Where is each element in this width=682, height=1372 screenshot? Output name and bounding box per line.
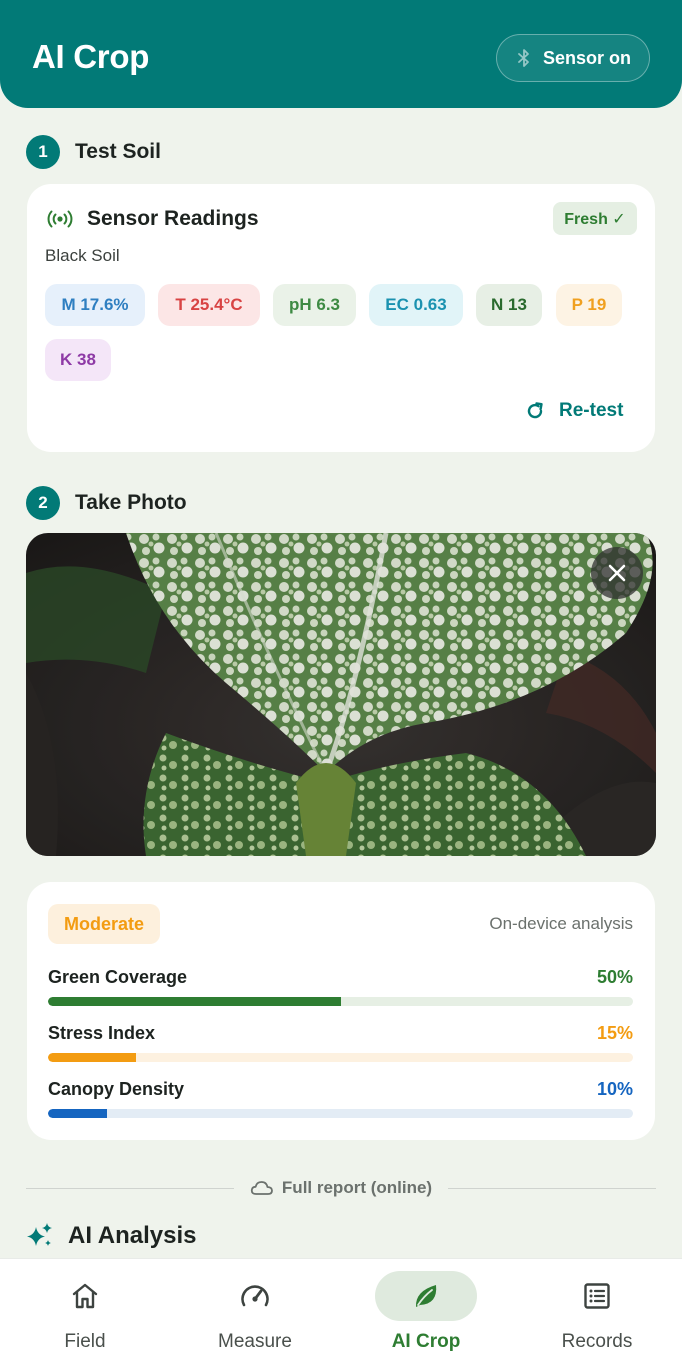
nav-label: AI Crop bbox=[391, 1331, 461, 1352]
soil-type-label: Black Soil bbox=[45, 246, 120, 265]
reading-chip-nitrogen: N 13 bbox=[476, 284, 542, 326]
analysis-source-label: On-device analysis bbox=[489, 914, 633, 933]
remove-photo-button[interactable] bbox=[591, 547, 643, 599]
nav-icon-container bbox=[34, 1271, 136, 1321]
full-report-divider: Full report (online) bbox=[26, 1176, 656, 1200]
metric-bar-fill bbox=[48, 1109, 107, 1118]
analysis-card: Moderate On-device analysis Green Covera… bbox=[27, 882, 655, 1140]
metric-bar-green-coverage bbox=[48, 997, 633, 1006]
nav-label: Field bbox=[64, 1331, 106, 1352]
nav-label: Measure bbox=[218, 1331, 292, 1352]
step-label: Take Photo bbox=[75, 491, 187, 514]
divider-line bbox=[26, 1187, 234, 1189]
metric-bar-fill bbox=[48, 997, 341, 1006]
sensor-status-button[interactable]: Sensor on bbox=[496, 34, 650, 82]
nav-item-records[interactable]: Records bbox=[512, 1259, 682, 1372]
sensor-status-label: Sensor on bbox=[543, 47, 632, 68]
nav-icon-container bbox=[546, 1271, 648, 1321]
reading-chip-phosphorus: P 19 bbox=[556, 284, 622, 326]
full-report-link[interactable]: Full report (online) bbox=[234, 1178, 448, 1198]
nav-icon-container bbox=[204, 1271, 306, 1321]
metric-label-green-coverage: Green Coverage bbox=[48, 967, 188, 987]
bluetooth-icon bbox=[518, 49, 529, 67]
plant-photo bbox=[26, 533, 656, 856]
retest-label: Re-test bbox=[559, 400, 624, 421]
nav-item-field[interactable]: Field bbox=[0, 1259, 170, 1372]
metric-bar-fill bbox=[48, 1053, 136, 1062]
metric-value-green-coverage: 50% bbox=[596, 967, 633, 987]
health-status-badge: Moderate bbox=[48, 904, 160, 944]
plant-photo-image bbox=[26, 533, 656, 856]
metric-label-stress-index: Stress Index bbox=[48, 1023, 156, 1043]
metric-value-stress-index: 15% bbox=[596, 1023, 633, 1043]
step-label: Test Soil bbox=[75, 140, 161, 163]
nav-item-measure[interactable]: Measure bbox=[170, 1259, 340, 1372]
fresh-badge: Fresh ✓ bbox=[553, 202, 637, 235]
full-report-label: Full report (online) bbox=[281, 1178, 433, 1197]
nav-icon-container bbox=[375, 1271, 477, 1321]
divider-line bbox=[448, 1187, 656, 1189]
step-take-photo: 2 Take Photo bbox=[26, 486, 187, 520]
metric-label-canopy-density: Canopy Density bbox=[48, 1079, 185, 1099]
reading-chip-ec: EC 0.63 bbox=[369, 284, 463, 326]
reading-chip-temperature: T 25.4°C bbox=[158, 284, 260, 326]
metric-bar-stress-index bbox=[48, 1053, 633, 1062]
refresh-icon bbox=[527, 402, 543, 419]
nav-item-ai-crop[interactable]: AI Crop bbox=[341, 1259, 511, 1372]
home-icon bbox=[72, 1283, 98, 1309]
list-icon bbox=[584, 1283, 610, 1309]
gauge-icon bbox=[241, 1285, 269, 1307]
leaf-icon bbox=[415, 1285, 437, 1307]
step-number: 1 bbox=[26, 135, 60, 169]
metric-bar-canopy-density bbox=[48, 1109, 633, 1118]
close-icon bbox=[608, 564, 626, 582]
ai-analysis-heading: AI Analysis bbox=[26, 1222, 197, 1250]
reading-chip-ph: pH 6.3 bbox=[273, 284, 356, 326]
metric-value-canopy-density: 10% bbox=[596, 1079, 633, 1099]
retest-button[interactable]: Re-test bbox=[525, 400, 623, 422]
sensor-signal-icon bbox=[47, 210, 73, 228]
step-test-soil: 1 Test Soil bbox=[26, 135, 161, 169]
reading-chip-moisture: M 17.6% bbox=[45, 284, 145, 326]
sensor-readings-title: Sensor Readings bbox=[87, 207, 259, 230]
reading-chip-potassium: K 38 bbox=[45, 339, 111, 381]
app-header: AI Crop Sensor on bbox=[0, 0, 682, 108]
ai-analysis-title: AI Analysis bbox=[68, 1222, 197, 1249]
sparkle-icon bbox=[27, 1223, 52, 1246]
step-number: 2 bbox=[26, 486, 60, 520]
bottom-navigation: Field Measure AI Crop Records bbox=[0, 1258, 682, 1372]
page-title: AI Crop bbox=[32, 38, 150, 75]
nav-label: Records bbox=[561, 1331, 633, 1352]
sensor-readings-card: Sensor Readings Fresh ✓ Black Soil M 17.… bbox=[27, 184, 655, 452]
cloud-icon bbox=[250, 1181, 273, 1195]
